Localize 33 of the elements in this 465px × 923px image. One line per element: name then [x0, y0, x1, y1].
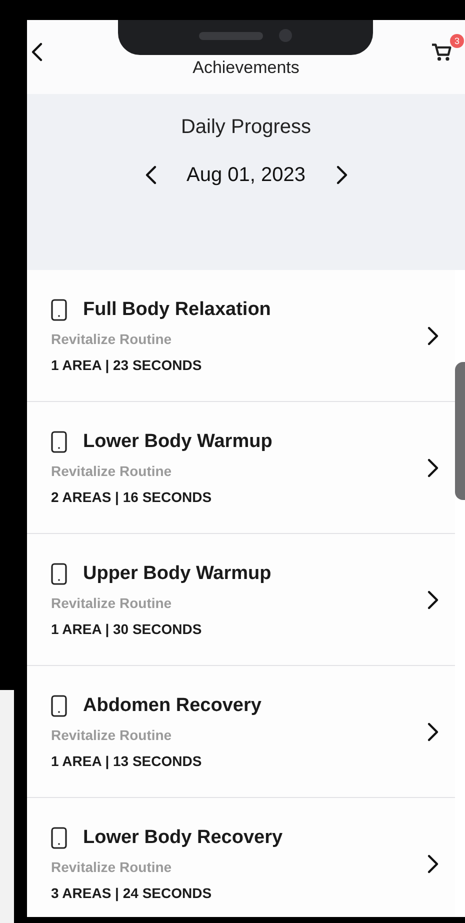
chevron-icon	[427, 458, 439, 478]
phone-icon	[51, 430, 67, 452]
routine-category: Revitalize Routine	[51, 330, 173, 346]
phone-icon	[51, 694, 67, 716]
routine-category: Revitalize Routine	[51, 858, 173, 874]
cart-badge: 3	[450, 34, 464, 48]
routine-category: Revitalize Routine	[51, 462, 173, 478]
chevron-icon	[427, 326, 439, 346]
cart-icon	[431, 42, 453, 62]
routine-name: Abdomen Recovery	[83, 694, 262, 716]
routine-category: Revitalize Routine	[51, 594, 173, 610]
phone-icon	[51, 826, 67, 848]
side-handle[interactable]	[455, 362, 465, 500]
section-title: Daily Progress	[180, 116, 312, 139]
phone-icon	[51, 562, 67, 584]
routine-details: 1 AREA | 23 SECONDS	[51, 356, 203, 372]
routine-details: 1 AREA | 13 SECONDS	[51, 752, 203, 768]
chevron-icon	[427, 722, 439, 742]
chevron-icon	[427, 590, 439, 610]
speaker-grille	[199, 32, 263, 40]
date-label: Aug 01, 2023	[186, 164, 306, 186]
screen-title: Achievements	[192, 58, 300, 78]
phone-icon	[51, 298, 67, 320]
routine-name: Lower Body Warmup	[83, 430, 272, 452]
chevron-icon	[427, 854, 439, 874]
routine-name: Full Body Relaxation	[83, 298, 271, 320]
routine-name: Upper Body Warmup	[83, 562, 272, 584]
routine-details: 2 AREAS | 16 SECONDS	[51, 488, 213, 504]
routine-name: Lower Body Recovery	[83, 826, 283, 848]
routine-details: 3 AREAS | 24 SECONDS	[51, 884, 213, 900]
routine-category: Revitalize Routine	[51, 726, 173, 742]
camera-lens	[279, 29, 292, 42]
routine-details: 1 AREA | 30 SECONDS	[51, 620, 203, 636]
